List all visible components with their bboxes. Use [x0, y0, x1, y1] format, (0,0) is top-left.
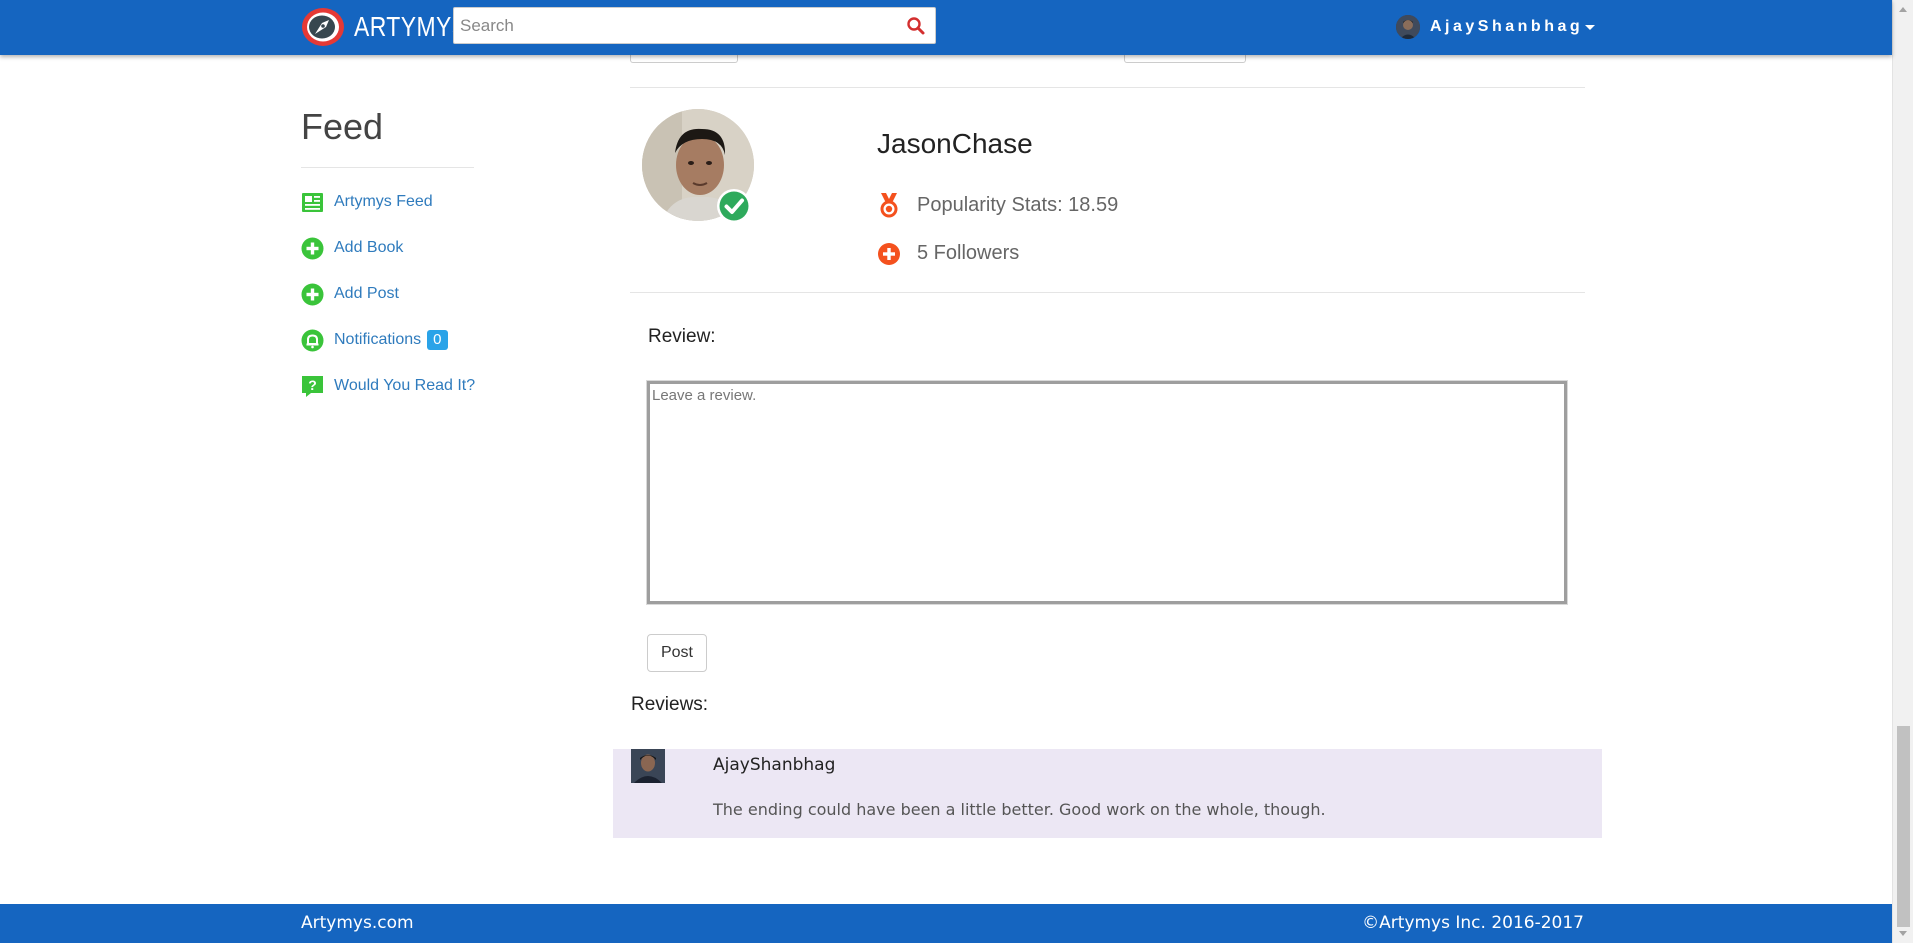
divider	[630, 292, 1585, 293]
followers-stat: 5 Followers	[877, 240, 1019, 266]
chevron-down-icon	[1585, 24, 1596, 30]
brand-name[interactable]: ARTYMYS	[354, 11, 467, 43]
sidebar-item-label: Notifications	[334, 331, 422, 348]
search-box	[453, 7, 936, 44]
popularity-stat-text: Popularity Stats: 18.59	[917, 193, 1119, 216]
newspaper-icon	[302, 192, 323, 212]
footer-site-link[interactable]: Artymys.com	[301, 913, 414, 933]
user-menu-dropdown[interactable]: AjayShanbhag	[1396, 14, 1596, 40]
scrollbar-thumb[interactable]	[1897, 726, 1910, 927]
sidebar-item-label: Would You Read It?	[334, 377, 476, 394]
question-icon: ?	[302, 375, 323, 397]
search-icon[interactable]	[906, 16, 926, 36]
divider	[630, 87, 1585, 88]
sidebar-item-label: Add Book	[334, 239, 404, 256]
sidebar-divider	[301, 167, 474, 168]
scroll-down-arrow-icon[interactable]	[1899, 931, 1907, 936]
notification-count-badge: 0	[427, 330, 448, 350]
followers-count: 5 Followers	[917, 241, 1020, 264]
post-review-button[interactable]: Post	[647, 634, 707, 672]
sidebar-item-add-book[interactable]: Add Book	[301, 234, 403, 262]
reviewer-name[interactable]: AjayShanbhag	[713, 755, 835, 775]
sidebar-item-artymys-feed[interactable]: Artymys Feed	[301, 188, 433, 216]
review-textarea[interactable]	[646, 380, 1568, 605]
sidebar-item-label: Add Post	[334, 285, 399, 302]
bell-icon	[301, 329, 324, 351]
plus-circle-icon	[301, 283, 324, 305]
review-text: The ending could have been a little bett…	[713, 800, 1326, 819]
svg-text:?: ?	[308, 377, 317, 393]
review-label: Review:	[648, 326, 716, 347]
sidebar-item-notifications[interactable]: Notifications 0	[301, 326, 448, 354]
review-card: AjayShanbhag The ending could have been …	[613, 749, 1602, 838]
profile-name: JasonChase	[877, 128, 1033, 159]
vertical-scrollbar[interactable]	[1892, 0, 1913, 943]
reviewer-avatar[interactable]	[631, 749, 665, 783]
plus-circle-icon[interactable]	[877, 240, 901, 266]
footer: Artymys.com ©Artymys Inc. 2016-2017	[0, 904, 1892, 943]
sidebar-item-would-you-read-it[interactable]: ? Would You Read It?	[301, 372, 475, 400]
footer-copyright: ©Artymys Inc. 2016-2017	[1362, 913, 1584, 933]
verified-check-icon	[717, 189, 751, 223]
user-name: AjayShanbhag	[1430, 18, 1584, 35]
sidebar-item-add-post[interactable]: Add Post	[301, 280, 399, 308]
user-avatar	[1396, 15, 1420, 39]
sidebar-title: Feed	[301, 106, 384, 147]
popularity-stat: Popularity Stats: 18.59	[877, 192, 1118, 218]
artymys-logo-icon[interactable]	[300, 6, 346, 48]
reviews-heading: Reviews:	[631, 694, 709, 715]
medal-icon	[880, 193, 898, 218]
scroll-up-arrow-icon[interactable]	[1899, 7, 1907, 12]
top-navbar: ARTYMYS AjayShanbhag	[0, 0, 1892, 55]
sidebar-item-label: Artymys Feed	[334, 193, 433, 210]
plus-circle-icon	[301, 237, 324, 259]
search-input[interactable]	[454, 8, 906, 43]
